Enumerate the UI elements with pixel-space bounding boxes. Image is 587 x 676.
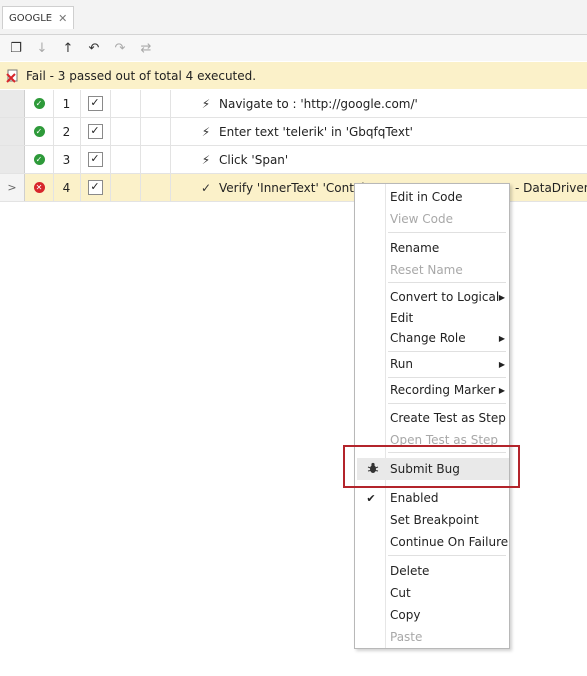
checkmark-icon: ✔ bbox=[366, 491, 376, 505]
step-number: 4 bbox=[53, 174, 81, 201]
table-row[interactable]: ✓ 3 ✓ ⚡ Click 'Span' bbox=[0, 146, 587, 174]
menu-continue-on-failure[interactable]: Continue On Failure bbox=[355, 532, 511, 552]
enabled-cell: ✓ bbox=[80, 174, 111, 201]
enabled-cell: ✓ bbox=[80, 118, 111, 145]
result-cell: ✕ bbox=[25, 174, 54, 201]
enabled-checkbox[interactable]: ✓ bbox=[87, 124, 103, 139]
submenu-arrow-icon: ▶ bbox=[498, 292, 505, 302]
step-datadriven-label: - DataDriven: bbox=[515, 180, 587, 195]
menu-view-code[interactable]: View Code bbox=[355, 209, 511, 229]
empty-cell bbox=[110, 118, 141, 145]
submenu-arrow-icon: ▶ bbox=[498, 359, 505, 369]
empty-cell bbox=[110, 174, 141, 201]
table-row[interactable]: ✓ 1 ✓ ⚡ Navigate to : 'http://google.com… bbox=[0, 90, 587, 118]
menu-edit-in-code[interactable]: Edit in Code bbox=[355, 187, 511, 207]
row-selector[interactable] bbox=[0, 118, 25, 145]
empty-cell bbox=[110, 90, 141, 117]
move-down-icon[interactable]: ↓ bbox=[34, 40, 50, 56]
step-description: Verify 'InnerText' 'Contain bbox=[219, 180, 373, 195]
menu-edit[interactable]: Edit bbox=[355, 308, 511, 328]
fail-status-icon bbox=[6, 69, 20, 83]
step-number: 1 bbox=[53, 90, 81, 117]
steps-toolbar: ❐ ↓ ↑ ↶ ↷ ⇄ bbox=[0, 35, 587, 61]
menu-reset-name[interactable]: Reset Name bbox=[355, 260, 511, 280]
enabled-checkbox[interactable]: ✓ bbox=[87, 180, 103, 195]
fail-icon: ✕ bbox=[33, 182, 45, 193]
menu-copy[interactable]: Copy bbox=[355, 605, 511, 625]
redo-icon[interactable]: ↷ bbox=[112, 40, 128, 56]
submenu-arrow-icon: ▶ bbox=[498, 385, 505, 395]
menu-paste[interactable]: Paste bbox=[355, 627, 511, 647]
table-row[interactable]: ✓ 2 ✓ ⚡ Enter text 'telerik' in 'GbqfqTe… bbox=[0, 118, 587, 146]
step-description: Enter text 'telerik' in 'GbqfqText' bbox=[219, 124, 413, 139]
bolt-icon: ⚡ bbox=[201, 96, 211, 111]
menu-separator bbox=[388, 555, 506, 556]
empty-cell bbox=[140, 146, 171, 173]
menu-convert-to-logical[interactable]: Convert to Logical ▶ bbox=[355, 287, 511, 307]
empty-cell bbox=[140, 90, 171, 117]
enabled-checkbox[interactable]: ✓ bbox=[87, 152, 103, 167]
menu-separator bbox=[388, 403, 506, 404]
menu-delete[interactable]: Delete bbox=[355, 561, 511, 581]
menu-cut[interactable]: Cut bbox=[355, 583, 511, 603]
step-description: Click 'Span' bbox=[219, 152, 289, 167]
row-selector[interactable] bbox=[0, 90, 25, 117]
step-number: 3 bbox=[53, 146, 81, 173]
menu-separator bbox=[388, 351, 506, 352]
execution-status-bar: Fail - 3 passed out of total 4 executed. bbox=[0, 62, 587, 89]
result-cell: ✓ bbox=[25, 146, 54, 173]
document-tab-bar: GOOGLE ✕ bbox=[0, 0, 587, 35]
tab-label: GOOGLE bbox=[9, 12, 53, 24]
result-cell: ✓ bbox=[25, 118, 54, 145]
close-icon[interactable]: ✕ bbox=[58, 12, 67, 25]
menu-separator bbox=[388, 282, 506, 283]
step-number: 2 bbox=[53, 118, 81, 145]
new-window-icon[interactable]: ❐ bbox=[8, 40, 24, 56]
menu-create-test-as-step[interactable]: Create Test as Step bbox=[355, 408, 511, 428]
pass-icon: ✓ bbox=[33, 126, 45, 137]
enabled-cell: ✓ bbox=[80, 146, 111, 173]
pass-icon: ✓ bbox=[33, 98, 45, 109]
submenu-arrow-icon: ▶ bbox=[498, 333, 505, 343]
bolt-icon: ⚡ bbox=[201, 124, 211, 139]
pass-icon: ✓ bbox=[33, 154, 45, 165]
step-description: Navigate to : 'http://google.com/' bbox=[219, 96, 418, 111]
menu-separator bbox=[388, 232, 506, 233]
menu-enabled[interactable]: ✔ Enabled bbox=[355, 488, 511, 508]
menu-set-breakpoint[interactable]: Set Breakpoint bbox=[355, 510, 511, 530]
highlight-annotation-box bbox=[343, 445, 520, 488]
swap-icon[interactable]: ⇄ bbox=[138, 40, 154, 56]
empty-cell bbox=[110, 146, 141, 173]
move-up-icon[interactable]: ↑ bbox=[60, 40, 76, 56]
row-selector[interactable]: > bbox=[0, 174, 25, 201]
menu-separator bbox=[388, 377, 506, 378]
status-text: Fail - 3 passed out of total 4 executed. bbox=[26, 68, 257, 83]
menu-run[interactable]: Run ▶ bbox=[355, 354, 511, 374]
menu-rename[interactable]: Rename bbox=[355, 238, 511, 258]
row-selector[interactable] bbox=[0, 146, 25, 173]
menu-change-role[interactable]: Change Role ▶ bbox=[355, 328, 511, 348]
enabled-checkbox[interactable]: ✓ bbox=[87, 96, 103, 111]
enabled-cell: ✓ bbox=[80, 90, 111, 117]
empty-cell bbox=[140, 118, 171, 145]
context-menu: Edit in Code View Code Rename Reset Name… bbox=[354, 183, 510, 649]
bolt-icon: ⚡ bbox=[201, 152, 211, 167]
result-cell: ✓ bbox=[25, 90, 54, 117]
tab-google[interactable]: GOOGLE ✕ bbox=[2, 6, 75, 29]
menu-recording-marker[interactable]: Recording Marker ▶ bbox=[355, 380, 511, 400]
empty-cell bbox=[140, 174, 171, 201]
verify-check-icon: ✓ bbox=[200, 180, 212, 195]
undo-icon[interactable]: ↶ bbox=[86, 40, 102, 56]
